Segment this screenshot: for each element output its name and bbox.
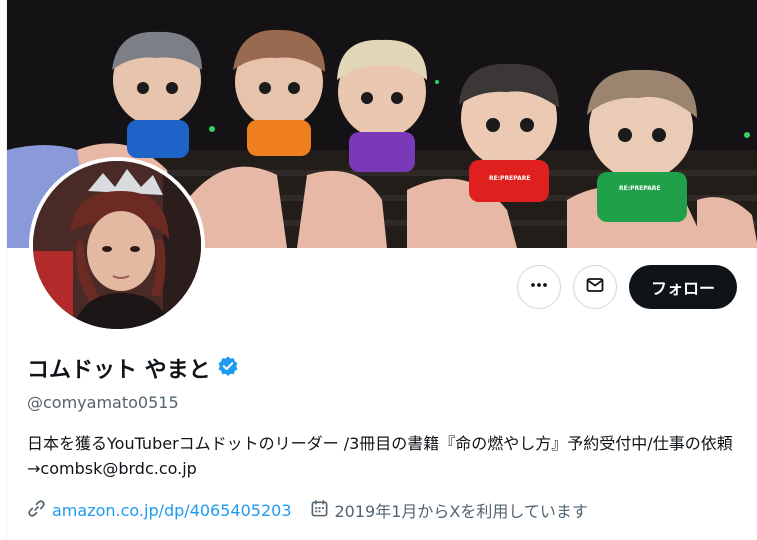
website-item: amazon.co.jp/dp/4065405203	[27, 499, 292, 522]
avatar-frame[interactable]	[29, 157, 205, 333]
profile-actions: フォロー	[516, 265, 737, 309]
more-horizontal-icon	[529, 275, 549, 299]
shirt-text-red: RE:PREPARE	[489, 175, 530, 182]
profile-meta: amazon.co.jp/dp/4065405203 2019年1月からXを利用…	[27, 498, 606, 522]
plush-purple	[337, 39, 427, 172]
profile-page: RE:PREPARE RE:PREPARE フォロー コムドット やまと @co…	[6, 0, 757, 540]
plush-green	[587, 69, 697, 222]
profile-bio: 日本を獲るYouTuberコムドットのリーダー /3冊目の書籍『命の燃やし方』予…	[27, 434, 733, 478]
shirt-text-green: RE:PREPARE	[619, 185, 660, 192]
message-button[interactable]	[572, 265, 617, 309]
verified-badge-icon[interactable]	[217, 355, 239, 381]
avatar[interactable]	[33, 161, 201, 329]
joined-item: 2019年1月からXを利用しています	[310, 498, 588, 522]
envelope-icon	[585, 275, 605, 299]
follow-button[interactable]: フォロー	[628, 265, 737, 309]
calendar-icon	[310, 499, 329, 522]
name-row: コムドット やまと	[27, 352, 239, 384]
more-button[interactable]	[516, 265, 561, 309]
display-name: コムドット やまと	[27, 358, 211, 383]
joined-date: 2019年1月からXを利用しています	[334, 502, 588, 521]
handle: @comyamato0515	[27, 393, 179, 412]
website-link[interactable]: amazon.co.jp/dp/4065405203	[52, 501, 292, 520]
avatar-photo	[33, 161, 201, 329]
link-icon	[27, 499, 46, 522]
